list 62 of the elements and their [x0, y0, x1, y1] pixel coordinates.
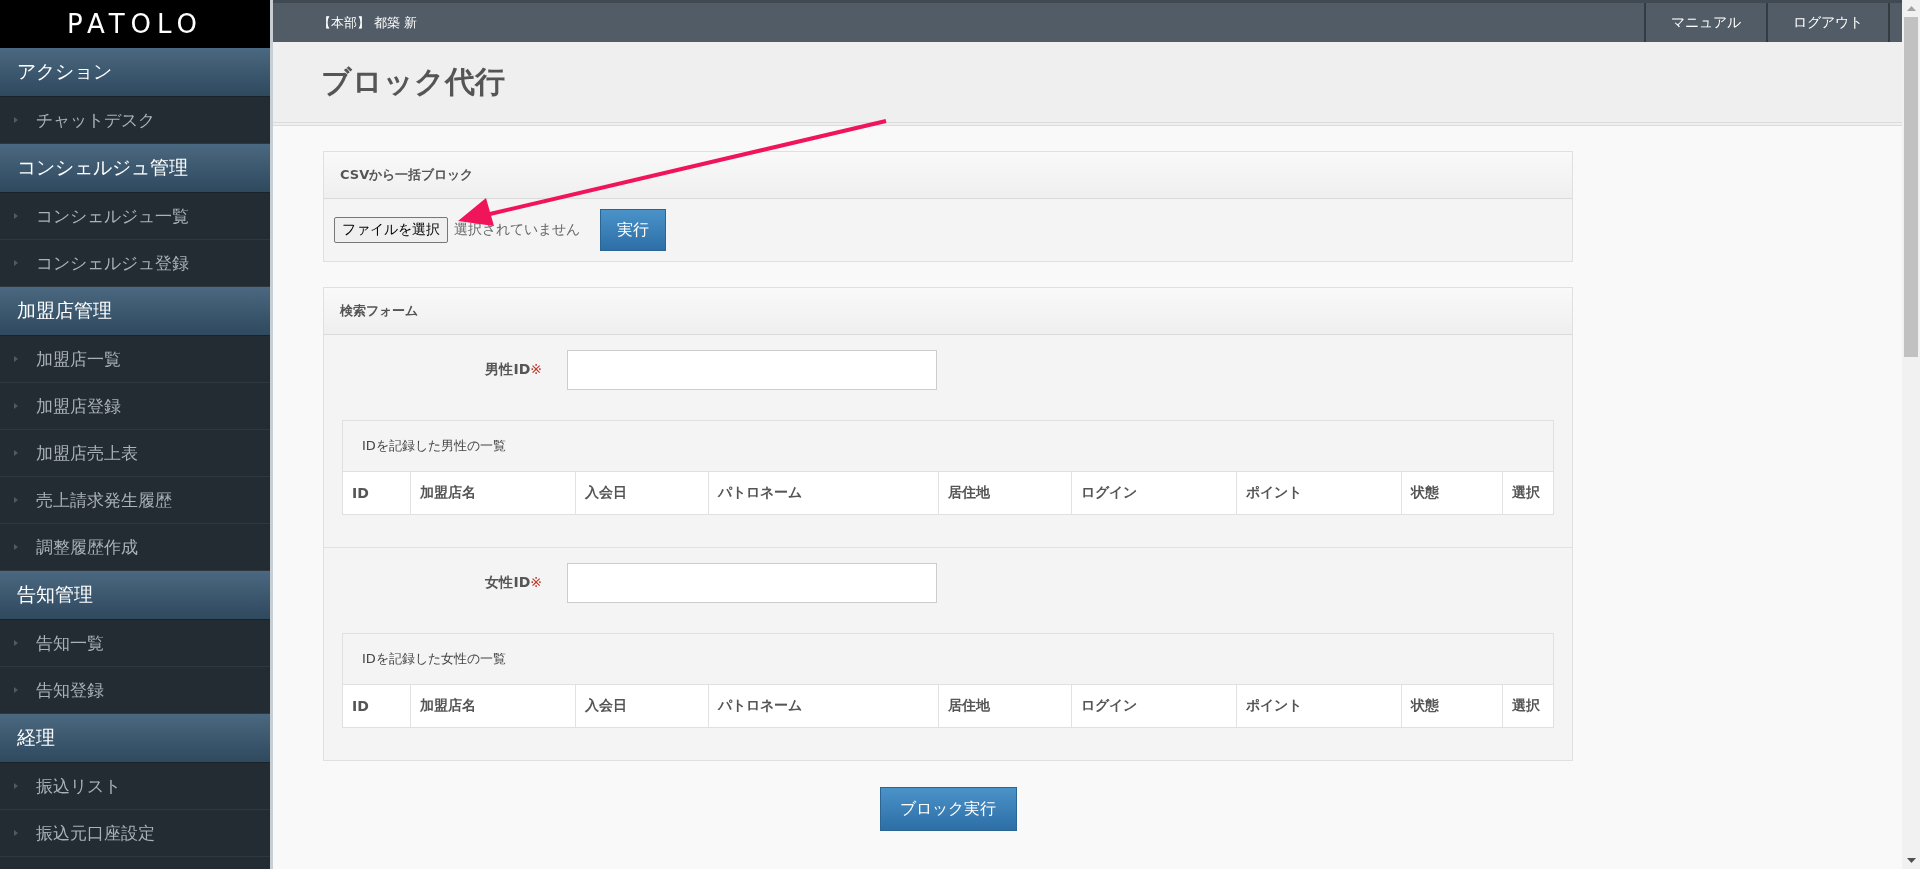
column-header: 選択 — [1511, 483, 1541, 502]
panel-title: 検索フォーム — [340, 302, 418, 320]
id-input-field[interactable] — [567, 563, 937, 603]
column-header: 入会日 — [576, 472, 709, 514]
column-header: 加盟店名 — [411, 472, 576, 514]
sidebar-item[interactable]: コンシェルジュ一覧 — [0, 193, 270, 240]
chevron-icon — [14, 403, 18, 409]
file-select-button[interactable]: ファイルを選択 — [334, 217, 448, 243]
chevron-icon — [14, 783, 18, 789]
column-header: 居住地 — [939, 685, 1072, 727]
column-header: ポイント — [1237, 472, 1402, 514]
sidebar-item[interactable]: 振込元口座設定 — [0, 810, 270, 857]
sidebar-item[interactable]: 告知一覧 — [0, 620, 270, 667]
id-input-field[interactable] — [567, 350, 937, 390]
panel-title: CSVから一括ブロック — [340, 166, 474, 184]
field-label: 女性ID※ — [484, 574, 542, 592]
column-header: 状態 — [1402, 685, 1503, 727]
chevron-icon — [14, 213, 18, 219]
column-header: 状態 — [1402, 472, 1503, 514]
file-status: 選択されていません — [454, 221, 580, 239]
sidebar-heading: 経理 — [0, 714, 270, 763]
column-header: ポイント — [1237, 685, 1402, 727]
list-title: IDを記録した女性の一覧 — [362, 650, 506, 668]
sidebar-heading: 加盟店管理 — [0, 287, 270, 336]
column-header: パトロネーム — [709, 472, 939, 514]
chevron-icon — [14, 544, 18, 550]
chevron-icon — [14, 640, 18, 646]
sidebar-heading: コンシェルジュ管理 — [0, 144, 270, 193]
sidebar-item[interactable]: 加盟店登録 — [0, 383, 270, 430]
sidebar-heading: 告知管理 — [0, 571, 270, 620]
column-header: 選択 — [1511, 696, 1541, 715]
column-header: 居住地 — [939, 472, 1072, 514]
chevron-icon — [14, 117, 18, 123]
column-header: ログイン — [1072, 472, 1237, 514]
block-submit-button[interactable]: ブロック実行 — [879, 787, 1017, 831]
column-header: ID — [343, 685, 411, 727]
sidebar-heading: アクション — [0, 48, 270, 97]
column-header: ID — [343, 472, 411, 514]
scrollbar[interactable] — [1902, 0, 1920, 869]
column-header: 加盟店名 — [411, 685, 576, 727]
page-title: ブロック代行 — [321, 62, 505, 101]
chevron-icon — [14, 450, 18, 456]
field-label: 男性ID※ — [484, 361, 542, 379]
column-header: ログイン — [1072, 685, 1237, 727]
chevron-icon — [14, 356, 18, 362]
chevron-icon — [14, 497, 18, 503]
chevron-icon — [14, 687, 18, 693]
user-name: 【本部】 都築 新 — [317, 13, 418, 32]
sidebar-item[interactable]: 加盟店一覧 — [0, 336, 270, 383]
list-title: IDを記録した男性の一覧 — [362, 437, 506, 455]
column-header: パトロネーム — [709, 685, 939, 727]
scroll-thumb[interactable] — [1904, 17, 1918, 357]
scroll-up-icon[interactable] — [1906, 6, 1916, 11]
sidebar-item[interactable]: 加盟店売上表 — [0, 430, 270, 477]
column-header: 入会日 — [576, 685, 709, 727]
scroll-down-icon[interactable] — [1906, 858, 1916, 863]
sidebar-item[interactable]: 振込リスト — [0, 763, 270, 810]
logo: PATOLO — [0, 0, 270, 48]
sidebar-item[interactable]: 売上請求発生履歴 — [0, 477, 270, 524]
chevron-icon — [14, 260, 18, 266]
run-button[interactable]: 実行 — [600, 209, 666, 251]
chevron-icon — [14, 830, 18, 836]
